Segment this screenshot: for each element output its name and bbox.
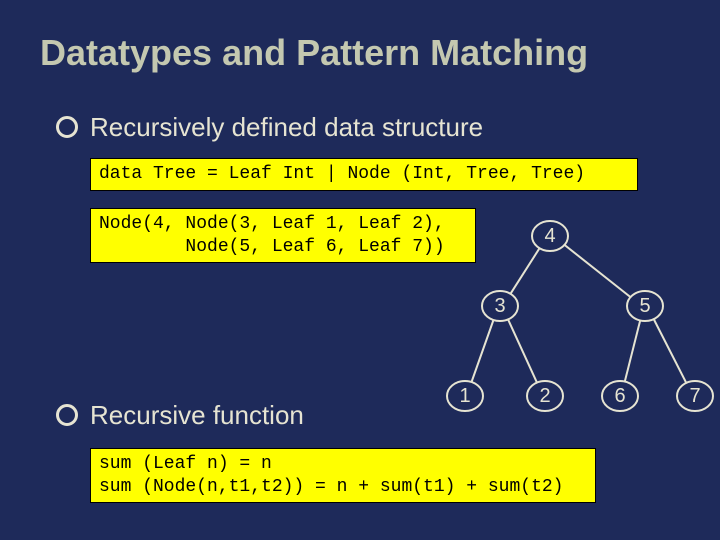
tree-node: 2	[527, 381, 563, 411]
bullet-recursive-data: Recursively defined data structure	[56, 112, 483, 143]
bullet-text: Recursive function	[90, 400, 304, 430]
tree-node-label: 3	[494, 295, 505, 317]
tree-node-label: 4	[544, 225, 555, 247]
code-tree-example: Node(4, Node(3, Leaf 1, Leaf 2), Node(5,…	[90, 208, 476, 263]
tree-node-label: 5	[639, 295, 650, 317]
tree-node: 4	[532, 221, 568, 251]
slide-title: Datatypes and Pattern Matching	[40, 32, 588, 74]
tree-edge	[472, 320, 494, 382]
tree-node: 6	[602, 381, 638, 411]
tree-edge	[508, 319, 537, 382]
tree-edge	[510, 248, 539, 294]
tree-node-label: 1	[459, 385, 470, 407]
tree-diagram: 4 3 5 1 2 6 7	[445, 196, 715, 426]
code-sum-definition: sum (Leaf n) = n sum (Node(n,t1,t2)) = n…	[90, 448, 596, 503]
bullet-text: Recursively defined data structure	[90, 112, 483, 142]
bullet-marker-icon	[56, 116, 78, 138]
tree-node: 3	[482, 291, 518, 321]
tree-node-label: 2	[539, 385, 550, 407]
bullet-marker-icon	[56, 404, 78, 426]
tree-node: 7	[677, 381, 713, 411]
tree-node-label: 6	[614, 385, 625, 407]
tree-node: 5	[627, 291, 663, 321]
tree-edge	[564, 245, 630, 297]
slide: Datatypes and Pattern Matching Recursive…	[0, 0, 720, 540]
tree-node-label: 7	[689, 385, 700, 407]
bullet-recursive-function: Recursive function	[56, 400, 304, 431]
tree-node: 1	[447, 381, 483, 411]
tree-edge	[654, 319, 687, 383]
code-data-definition: data Tree = Leaf Int | Node (Int, Tree, …	[90, 158, 638, 191]
tree-edge	[625, 320, 640, 381]
